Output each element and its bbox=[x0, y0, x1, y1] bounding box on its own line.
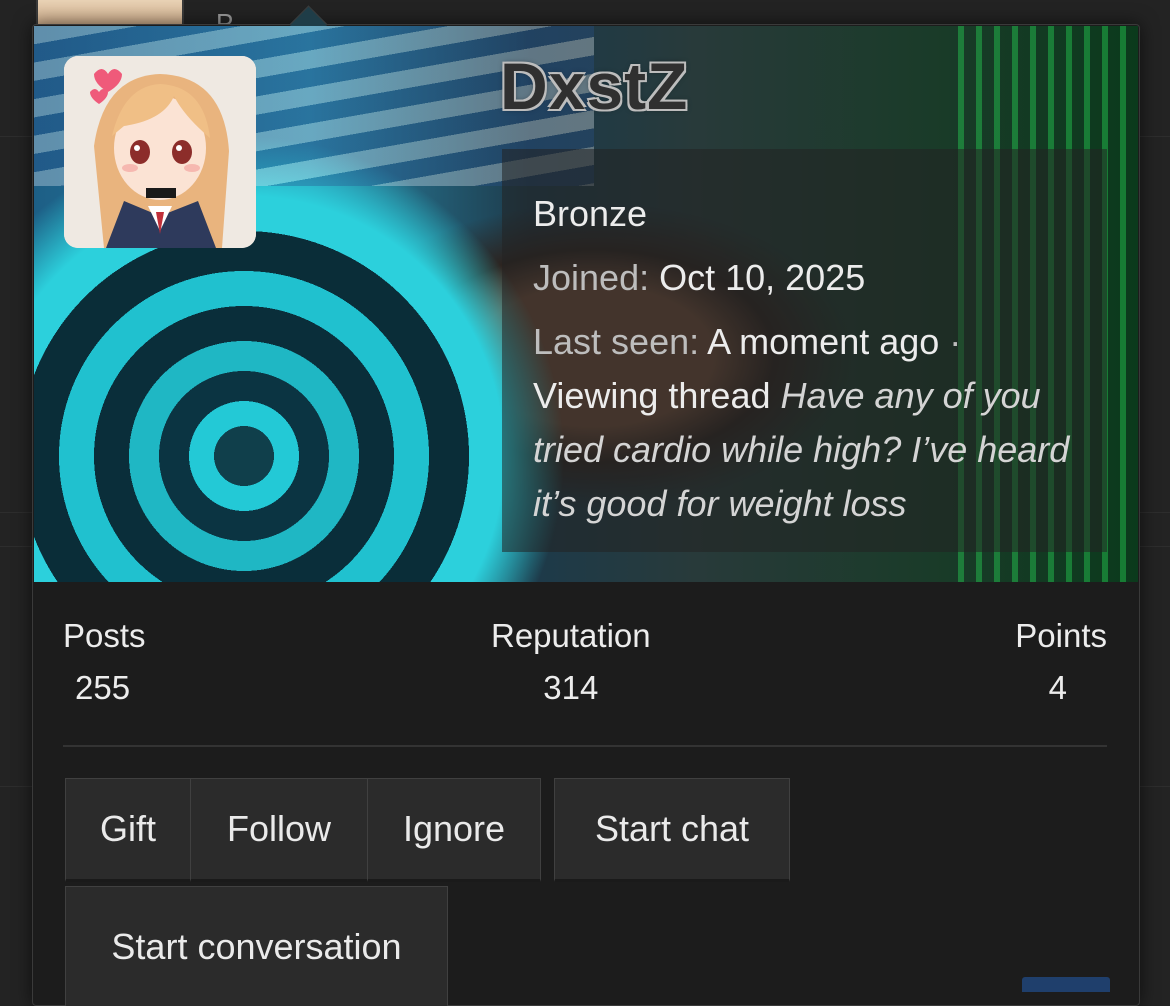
last-seen-value: A moment ago bbox=[707, 321, 940, 362]
stat-label: Reputation bbox=[491, 617, 651, 654]
background-avatar-thumbnail bbox=[36, 0, 184, 26]
member-tooltip-card: DxstZ Bronze Joined: Oct 10, 2025 Last s… bbox=[32, 5, 1140, 1006]
user-rank: Bronze bbox=[533, 193, 648, 234]
stat-value: 314 bbox=[543, 669, 599, 706]
avatar[interactable] bbox=[64, 56, 256, 248]
profile-info-panel: Bronze Joined: Oct 10, 2025 Last seen: A… bbox=[502, 149, 1107, 552]
joined-line: Joined: Oct 10, 2025 bbox=[533, 251, 1077, 305]
separator: · bbox=[949, 321, 962, 362]
stat-reputation: Reputation 314 bbox=[491, 617, 651, 707]
activity-text: Viewing thread bbox=[533, 375, 771, 416]
profile-banner: DxstZ Bronze Joined: Oct 10, 2025 Last s… bbox=[34, 26, 1138, 582]
last-seen-label: Last seen: bbox=[533, 321, 700, 362]
avatar-illustration bbox=[64, 56, 256, 248]
floating-action-button[interactable] bbox=[1022, 977, 1110, 992]
stat-value: 4 bbox=[1048, 669, 1067, 706]
joined-value: Oct 10, 2025 bbox=[659, 257, 866, 298]
stat-label: Points bbox=[1015, 617, 1107, 654]
joined-label: Joined: bbox=[533, 257, 650, 298]
ignore-button[interactable]: Ignore bbox=[367, 778, 541, 882]
username[interactable]: DxstZ bbox=[500, 48, 688, 124]
start-chat-button[interactable]: Start chat bbox=[554, 778, 790, 882]
stat-posts: Posts 255 bbox=[63, 617, 146, 707]
member-stats: Posts 255 Reputation 314 Points 4 bbox=[63, 617, 1107, 707]
stat-value[interactable]: 255 bbox=[63, 669, 146, 707]
follow-button[interactable]: Follow bbox=[190, 778, 368, 882]
stat-points: Points 4 bbox=[1015, 617, 1107, 707]
stats-divider bbox=[63, 745, 1107, 747]
last-seen-line: Last seen: A moment ago · Viewing thread… bbox=[533, 315, 1077, 531]
stat-label: Posts bbox=[63, 617, 146, 654]
start-conversation-button[interactable]: Start conversation bbox=[65, 886, 448, 1006]
gift-button[interactable]: Gift bbox=[65, 778, 191, 882]
